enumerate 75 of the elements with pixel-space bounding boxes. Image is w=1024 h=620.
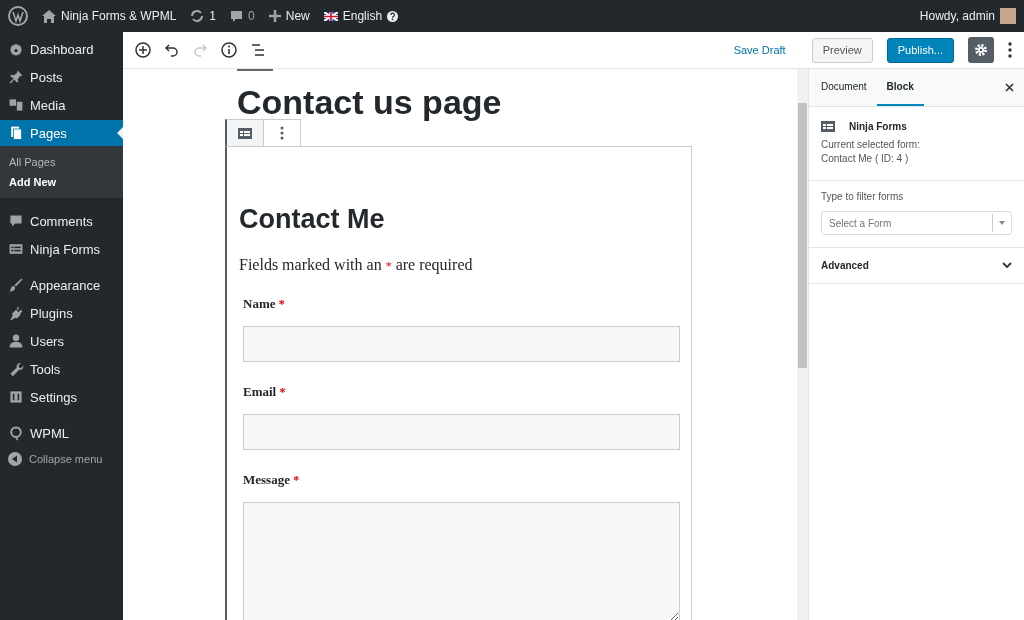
sidebar-item[interactable]: Posts — [0, 64, 123, 90]
current-form-value: Contact Me ( ID: 4 ) — [821, 152, 910, 166]
updates-count[interactable]: 1 — [209, 9, 217, 23]
speech-bubble-icon — [8, 213, 24, 229]
settings-button[interactable] — [968, 37, 994, 63]
comments-count[interactable]: 0 — [248, 9, 255, 23]
sliders-icon — [8, 389, 24, 405]
form-icon — [8, 241, 24, 257]
language-link[interactable]: English — [342, 9, 383, 23]
add-block-icon[interactable] — [135, 42, 151, 58]
info-icon[interactable] — [221, 42, 237, 58]
submenu-item[interactable]: All Pages — [0, 152, 123, 172]
user-icon — [8, 333, 24, 349]
paintbrush-icon — [8, 277, 24, 293]
chevron-icon — [1002, 262, 1012, 269]
publish-button[interactable]: Publish... — [886, 37, 954, 63]
wordpress-logo-icon[interactable] — [8, 6, 28, 26]
save-draft-link[interactable]: Save Draft — [733, 44, 786, 56]
home-icon — [42, 9, 56, 23]
more-options-icon[interactable] — [1008, 42, 1012, 58]
post-title[interactable]: Contact us page — [237, 85, 692, 119]
required-note: Fields marked with an * are required — [239, 256, 474, 274]
form-icon — [238, 127, 252, 139]
sidebar-item[interactable]: Dashboard — [0, 36, 123, 62]
sidebar-item[interactable]: Users — [0, 328, 123, 354]
undo-icon[interactable] — [165, 43, 179, 57]
dropdown-arrow-icon — [999, 221, 1005, 225]
field-label: Email * — [243, 384, 287, 400]
greeting-link[interactable]: Howdy, admin — [919, 9, 995, 23]
plug-icon — [8, 305, 24, 321]
refresh-icon — [190, 9, 205, 23]
form-heading: Contact Me — [239, 203, 386, 236]
sidebar-item[interactable]: WPML — [0, 420, 123, 446]
panel-tab[interactable]: Block — [876, 69, 924, 106]
gear-icon — [974, 43, 988, 57]
form-block[interactable]: Contact Me Fields marked with an * are required Name * Email * Message * — [225, 146, 692, 620]
text-field[interactable] — [243, 414, 680, 450]
block-type-button[interactable] — [227, 120, 264, 146]
sidebar-item[interactable]: Comments — [0, 208, 123, 234]
plus-icon — [268, 10, 281, 22]
submenu-item[interactable]: Add New — [0, 172, 123, 192]
sidebar-item[interactable]: Pages — [0, 120, 123, 146]
media-icon — [8, 97, 24, 113]
outline-icon[interactable] — [251, 44, 265, 56]
sidebar-item[interactable]: Media — [0, 92, 123, 118]
filter-label: Type to filter forms — [821, 191, 905, 202]
text-field[interactable] — [243, 326, 680, 362]
field-label: Name * — [243, 296, 286, 312]
sidebar-item[interactable]: Tools — [0, 356, 123, 382]
gauge-icon — [8, 41, 24, 57]
wrench-icon — [8, 361, 24, 377]
new-link[interactable]: New — [285, 9, 310, 23]
close-icon[interactable] — [1005, 83, 1014, 92]
preview-button[interactable]: Preview — [811, 37, 873, 63]
block-name: Ninja Forms — [849, 121, 907, 132]
pages-icon — [8, 125, 24, 141]
speech-bubble-icon — [230, 9, 244, 23]
current-form-label: Current selected form: — [821, 138, 921, 152]
help-icon[interactable] — [387, 10, 399, 22]
site-name-link[interactable]: Ninja Forms & WPML — [61, 9, 177, 23]
flag-icon — [323, 11, 338, 21]
more-options-icon — [280, 126, 284, 140]
sidebar-item[interactable]: Ninja Forms — [0, 236, 123, 262]
pushpin-icon — [8, 69, 24, 85]
panel-tab[interactable]: Document — [811, 69, 877, 106]
form-icon — [821, 121, 835, 132]
scrollbar[interactable] — [797, 69, 808, 620]
form-select[interactable]: Select a Form — [821, 211, 1012, 235]
message-field[interactable] — [243, 502, 680, 620]
sidebar-item[interactable]: Plugins — [0, 300, 123, 326]
field-label: Message * — [243, 472, 301, 488]
collapse-menu-button[interactable]: Collapse menu — [0, 446, 123, 472]
sidebar-item[interactable]: Settings — [0, 384, 123, 410]
advanced-section-toggle[interactable]: Advanced — [809, 247, 1024, 284]
sidebar-item[interactable]: Appearance — [0, 272, 123, 298]
